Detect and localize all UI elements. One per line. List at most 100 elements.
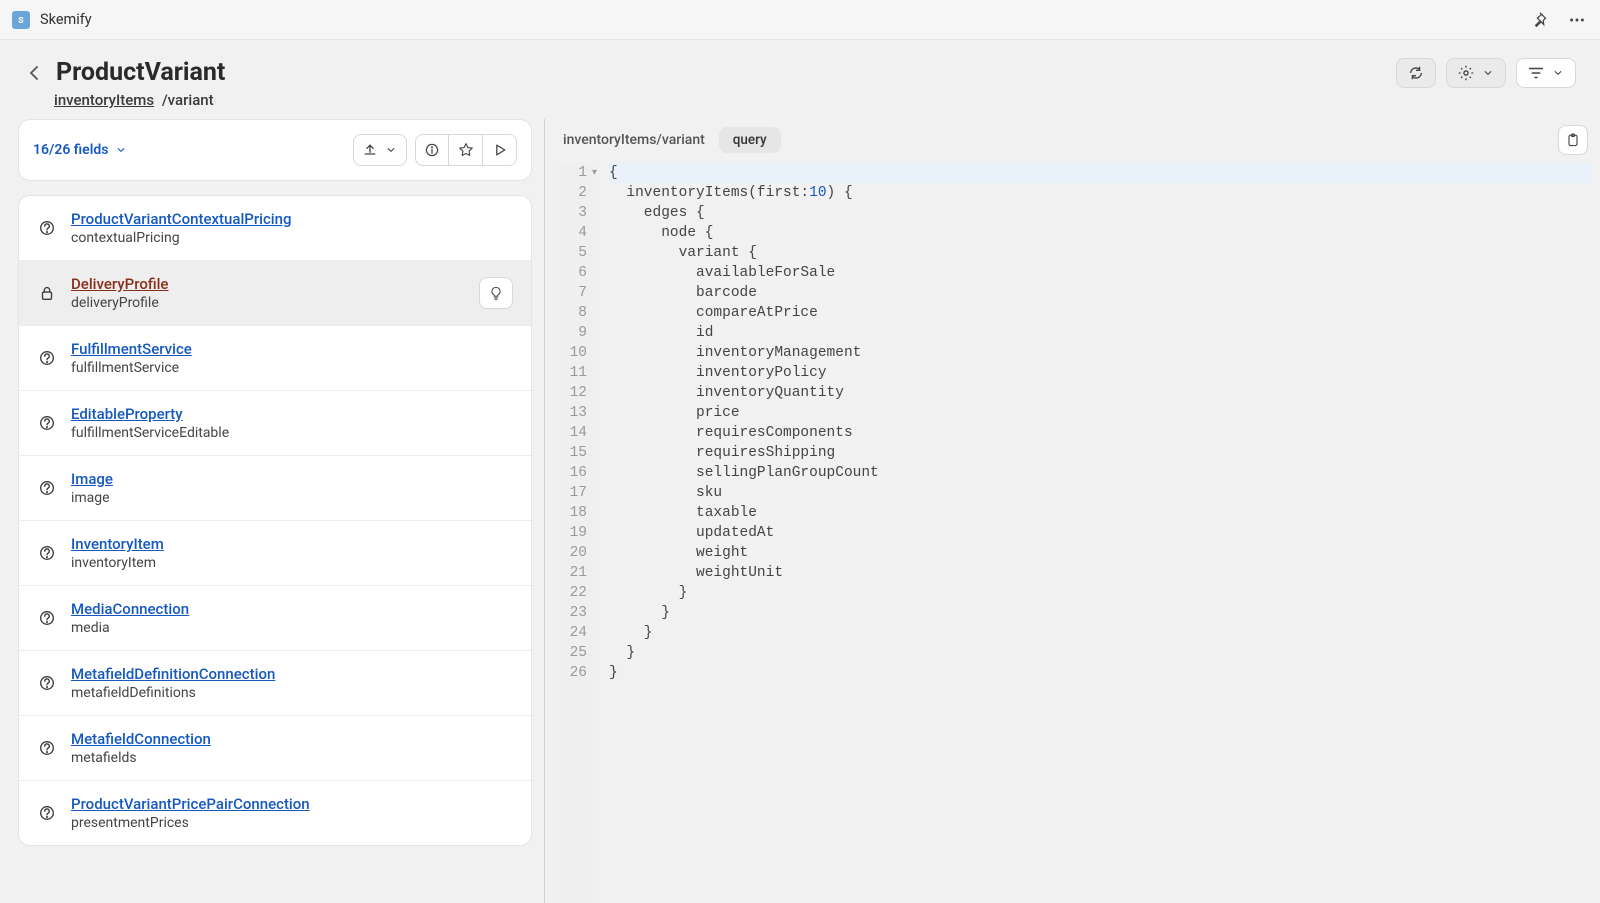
field-item[interactable]: MetafieldDefinitionConnectionmetafieldDe… [19, 651, 531, 716]
settings-button[interactable] [1446, 58, 1506, 88]
field-type-link[interactable]: InventoryItem [71, 535, 513, 553]
line-number: 19 [559, 523, 587, 543]
code-line[interactable]: compareAtPrice [609, 303, 1592, 323]
field-type-link[interactable]: ProductVariantPricePairConnection [71, 795, 513, 813]
code-line[interactable]: edges { [609, 203, 1592, 223]
code-line[interactable]: } [609, 623, 1592, 643]
question-icon [37, 804, 57, 822]
export-dropdown[interactable] [353, 134, 407, 166]
field-item[interactable]: DeliveryProfile deliveryProfile [19, 261, 531, 326]
line-number: 20 [559, 543, 587, 563]
fields-toolbar: 16/26 fields [18, 119, 532, 181]
page-header: ProductVariant inventoryItems /variant [0, 40, 1600, 119]
field-type-link[interactable]: Image [71, 470, 513, 488]
hint-button[interactable] [479, 277, 513, 309]
code-line[interactable]: sellingPlanGroupCount [609, 463, 1592, 483]
back-button[interactable] [24, 62, 46, 84]
question-icon [37, 349, 57, 367]
line-number: 10 [559, 343, 587, 363]
line-number: 23 [559, 603, 587, 623]
field-type-link[interactable]: ProductVariantContextualPricing [71, 210, 513, 228]
code-line[interactable]: node { [609, 223, 1592, 243]
run-button[interactable] [483, 134, 517, 166]
code-line[interactable]: } [609, 643, 1592, 663]
line-number: 21 [559, 563, 587, 583]
code-line[interactable]: requiresShipping [609, 443, 1592, 463]
field-item[interactable]: Imageimage [19, 456, 531, 521]
breadcrumb-link[interactable]: inventoryItems [54, 91, 154, 109]
field-type-link[interactable]: MetafieldConnection [71, 730, 513, 748]
code-line[interactable]: barcode [609, 283, 1592, 303]
pin-icon[interactable] [1530, 9, 1552, 31]
main-area: 16/26 fields ProductVariantContextualPri… [0, 119, 1600, 903]
window-bar: s Skemify [0, 0, 1600, 40]
query-header: inventoryItems/variant query [559, 119, 1592, 163]
filter-button[interactable] [1516, 58, 1576, 88]
field-name: metafields [71, 750, 513, 766]
code-line[interactable]: inventoryManagement [609, 343, 1592, 363]
line-number: 26 [559, 663, 587, 683]
star-button[interactable] [449, 134, 483, 166]
field-type-link[interactable]: FulfillmentService [71, 340, 513, 358]
code-line[interactable]: } [609, 663, 1592, 683]
code-line[interactable]: inventoryQuantity [609, 383, 1592, 403]
question-icon [37, 544, 57, 562]
line-number: 5 [559, 243, 587, 263]
code-line[interactable]: inventoryItems(first:10) { [609, 183, 1592, 203]
field-type-link[interactable]: DeliveryProfile [71, 275, 465, 293]
code-line[interactable]: price [609, 403, 1592, 423]
question-icon [37, 414, 57, 432]
code-line[interactable]: } [609, 583, 1592, 603]
info-button[interactable] [415, 134, 449, 166]
field-name: presentmentPrices [71, 815, 513, 831]
fields-count-label: 16/26 fields [33, 142, 108, 158]
code-line[interactable]: weightUnit [609, 563, 1592, 583]
code-line[interactable]: inventoryPolicy [609, 363, 1592, 383]
line-number: 4 [559, 223, 587, 243]
code-editor[interactable]: 1234567891011121314151617181920212223242… [559, 163, 1592, 903]
code-line[interactable]: requiresComponents [609, 423, 1592, 443]
field-name: media [71, 620, 513, 636]
field-item[interactable]: MetafieldConnection metafields [19, 716, 531, 781]
field-item[interactable]: EditablePropertyfulfillmentServiceEditab… [19, 391, 531, 456]
field-item[interactable]: MediaConnection media [19, 586, 531, 651]
code-line[interactable]: variant { [609, 243, 1592, 263]
field-item[interactable]: ProductVariantPricePairConnection present… [19, 781, 531, 845]
code-line[interactable]: updatedAt [609, 523, 1592, 543]
field-name: deliveryProfile [71, 295, 465, 311]
code-line[interactable]: sku [609, 483, 1592, 503]
query-path: inventoryItems/variant [563, 132, 705, 148]
line-number: 1 [559, 163, 587, 183]
field-type-link[interactable]: EditableProperty [71, 405, 513, 423]
fields-list: ProductVariantContextualPricing contextua… [18, 195, 532, 846]
app-icon: s [12, 11, 30, 29]
code-line[interactable]: availableForSale [609, 263, 1592, 283]
chevron-down-icon [1551, 66, 1565, 80]
question-icon [37, 219, 57, 237]
copy-button[interactable] [1558, 125, 1588, 155]
code-line[interactable]: } [609, 603, 1592, 623]
code-line[interactable]: taxable [609, 503, 1592, 523]
field-type-link[interactable]: MetafieldDefinitionConnection [71, 665, 513, 683]
line-number: 18 [559, 503, 587, 523]
field-name: contextualPricing [71, 230, 513, 246]
question-icon [37, 674, 57, 692]
field-item[interactable]: FulfillmentServicefulfillmentService [19, 326, 531, 391]
line-number: 8 [559, 303, 587, 323]
code-line[interactable]: weight [609, 543, 1592, 563]
upload-icon [362, 142, 378, 158]
code-line[interactable]: { [609, 163, 1592, 183]
more-icon[interactable] [1566, 9, 1588, 31]
code-line[interactable]: id [609, 323, 1592, 343]
field-name: inventoryItem [71, 555, 513, 571]
breadcrumb-current: /variant [162, 91, 214, 109]
field-type-link[interactable]: MediaConnection [71, 600, 513, 618]
fields-count-dropdown[interactable]: 16/26 fields [33, 142, 128, 158]
line-number: 9 [559, 323, 587, 343]
field-item[interactable]: ProductVariantContextualPricing contextua… [19, 196, 531, 261]
query-tab[interactable]: query [719, 127, 781, 153]
field-item[interactable]: InventoryItem inventoryItem [19, 521, 531, 586]
fields-panel: 16/26 fields ProductVariantContextualPri… [18, 119, 545, 903]
refresh-button[interactable] [1396, 58, 1436, 88]
line-number: 16 [559, 463, 587, 483]
